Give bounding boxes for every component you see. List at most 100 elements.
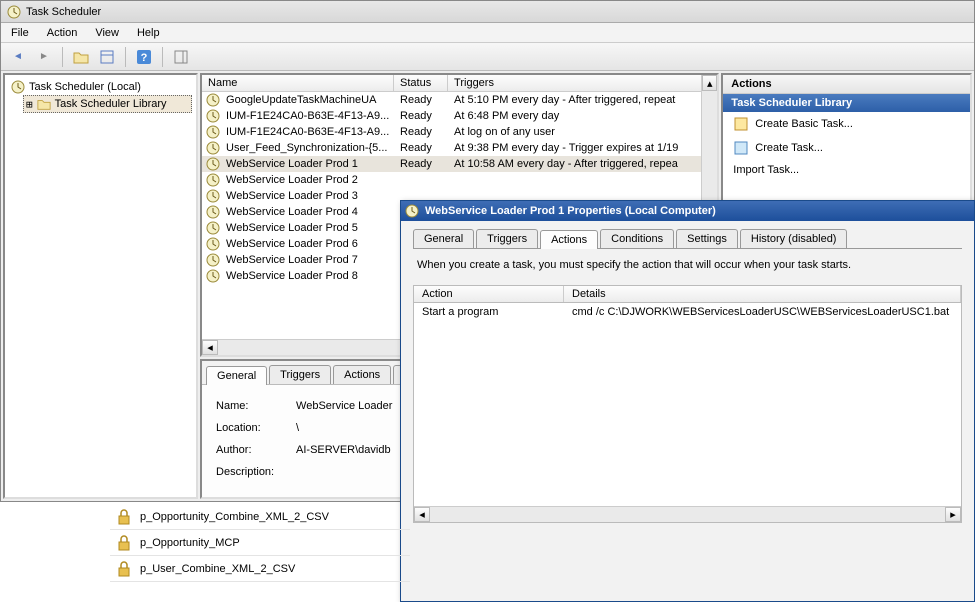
action-create-task[interactable]: Create Task...	[723, 136, 970, 160]
menu-help[interactable]: Help	[137, 27, 160, 39]
separator	[162, 47, 163, 67]
menubar: File Action View Help	[1, 23, 974, 43]
col-status[interactable]: Status	[394, 75, 448, 91]
bottom-peek: p_Opportunity_Combine_XML_2_CSV p_Opport…	[110, 504, 410, 582]
scroll-up-button[interactable]: ▴	[702, 75, 717, 91]
task-status: Ready	[394, 93, 448, 107]
actions-header: Actions	[723, 75, 970, 94]
task-triggers: At 5:10 PM every day - After triggered, …	[448, 93, 717, 107]
task-status	[394, 195, 448, 197]
clock-icon	[206, 221, 220, 235]
tree-library[interactable]: ⊞ Task Scheduler Library	[23, 95, 192, 113]
col-details[interactable]: Details	[564, 286, 961, 302]
action-row[interactable]: Start a program cmd /c C:\DJWORK\WEBServ…	[414, 303, 961, 321]
scroll-right-button[interactable]: ▸	[945, 507, 961, 522]
task-triggers: At 6:48 PM every day	[448, 109, 717, 123]
dlg-tab-history[interactable]: History (disabled)	[740, 229, 848, 248]
task-row[interactable]: IUM-F1E24CA0-B63E-4F13-A9...ReadyAt log …	[202, 124, 717, 140]
task-status: Ready	[394, 141, 448, 155]
task-triggers: At 9:38 PM every day - Trigger expires a…	[448, 141, 717, 155]
clock-icon	[11, 80, 25, 94]
task-status: Ready	[394, 125, 448, 139]
tree-library-label: Task Scheduler Library	[55, 98, 167, 110]
lock-icon	[116, 509, 132, 525]
task-triggers	[448, 179, 717, 181]
task-name: IUM-F1E24CA0-B63E-4F13-A9...	[220, 125, 394, 139]
actions-table-header: Action Details	[413, 285, 962, 303]
description-label: Description:	[216, 461, 296, 483]
task-status	[394, 179, 448, 181]
menu-file[interactable]: File	[11, 27, 29, 39]
expander-icon[interactable]: ⊞	[26, 98, 33, 111]
titlebar[interactable]: Task Scheduler	[1, 1, 974, 23]
task-row[interactable]: WebService Loader Prod 2	[202, 172, 717, 188]
task-row[interactable]: IUM-F1E24CA0-B63E-4F13-A9...ReadyAt 6:48…	[202, 108, 717, 124]
col-action[interactable]: Action	[414, 286, 564, 302]
menu-action[interactable]: Action	[47, 27, 78, 39]
dlg-tab-actions[interactable]: Actions	[540, 230, 598, 249]
view-toggle-button[interactable]	[96, 46, 118, 68]
author-value: AI-SERVER\davidb	[296, 439, 391, 461]
dialog-intro: When you create a task, you must specify…	[417, 259, 958, 271]
author-label: Author:	[216, 439, 296, 461]
name-label: Name:	[216, 395, 296, 417]
dialog-hscroll[interactable]: ◂ ▸	[414, 506, 961, 522]
col-name[interactable]: Name	[202, 75, 394, 91]
scroll-left-button[interactable]: ◂	[202, 340, 218, 355]
separator	[125, 47, 126, 67]
separator	[62, 47, 63, 67]
task-row[interactable]: GoogleUpdateTaskMachineUAReadyAt 5:10 PM…	[202, 92, 717, 108]
dlg-tab-triggers[interactable]: Triggers	[476, 229, 538, 248]
tree-pane[interactable]: Task Scheduler (Local) ⊞ Task Scheduler …	[3, 73, 198, 499]
scroll-left-button[interactable]: ◂	[414, 507, 430, 522]
task-row[interactable]: WebService Loader Prod 1ReadyAt 10:58 AM…	[202, 156, 717, 172]
lock-icon	[116, 535, 132, 551]
back-button[interactable]	[7, 46, 29, 68]
task-name: WebService Loader Prod 6	[220, 237, 394, 251]
list-item[interactable]: p_Opportunity_MCP	[110, 530, 410, 556]
action-create-basic[interactable]: Create Basic Task...	[723, 112, 970, 136]
menu-view[interactable]: View	[95, 27, 119, 39]
task-status: Ready	[394, 157, 448, 171]
properties-dialog[interactable]: WebService Loader Prod 1 Properties (Loc…	[400, 200, 975, 602]
item-label: p_Opportunity_Combine_XML_2_CSV	[140, 511, 329, 523]
up-button[interactable]	[70, 46, 92, 68]
clock-icon	[206, 253, 220, 267]
clock-icon	[206, 157, 220, 171]
forward-button[interactable]	[33, 46, 55, 68]
toolbar: ?	[1, 43, 974, 71]
task-name: WebService Loader Prod 8	[220, 269, 394, 283]
task-name: WebService Loader Prod 1	[220, 157, 394, 171]
dlg-tab-conditions[interactable]: Conditions	[600, 229, 674, 248]
location-value: \	[296, 417, 299, 439]
clock-icon	[206, 237, 220, 251]
list-item[interactable]: p_Opportunity_Combine_XML_2_CSV	[110, 504, 410, 530]
task-name: WebService Loader Prod 3	[220, 189, 394, 203]
action-import-task[interactable]: Import Task...	[723, 160, 970, 180]
task-triggers: At 10:58 AM every day - After triggered,…	[448, 157, 717, 171]
dialog-titlebar[interactable]: WebService Loader Prod 1 Properties (Loc…	[401, 201, 974, 221]
tree-root[interactable]: Task Scheduler (Local)	[9, 79, 192, 95]
task-triggers: At log on of any user	[448, 125, 717, 139]
dlg-tab-general[interactable]: General	[413, 229, 474, 248]
task-name: WebService Loader Prod 7	[220, 253, 394, 267]
tab-actions[interactable]: Actions	[333, 365, 391, 384]
item-label: p_User_Combine_XML_2_CSV	[140, 563, 295, 575]
dlg-tab-settings[interactable]: Settings	[676, 229, 738, 248]
actions-table-body[interactable]: Start a program cmd /c C:\DJWORK\WEBServ…	[413, 303, 962, 523]
help-button[interactable]: ?	[133, 46, 155, 68]
task-row[interactable]: User_Feed_Synchronization-{5...ReadyAt 9…	[202, 140, 717, 156]
list-item[interactable]: p_User_Combine_XML_2_CSV	[110, 556, 410, 582]
tasks-header: Name Status Triggers	[202, 75, 717, 92]
clock-icon	[405, 204, 419, 218]
task-name: IUM-F1E24CA0-B63E-4F13-A9...	[220, 109, 394, 123]
col-triggers[interactable]: Triggers	[448, 75, 717, 91]
task-name: WebService Loader Prod 5	[220, 221, 394, 235]
folder-icon	[37, 97, 51, 111]
clock-icon	[206, 125, 220, 139]
tab-triggers[interactable]: Triggers	[269, 365, 331, 384]
tab-general[interactable]: General	[206, 366, 267, 385]
task-name: GoogleUpdateTaskMachineUA	[220, 93, 394, 107]
location-label: Location:	[216, 417, 296, 439]
panel-button[interactable]	[170, 46, 192, 68]
